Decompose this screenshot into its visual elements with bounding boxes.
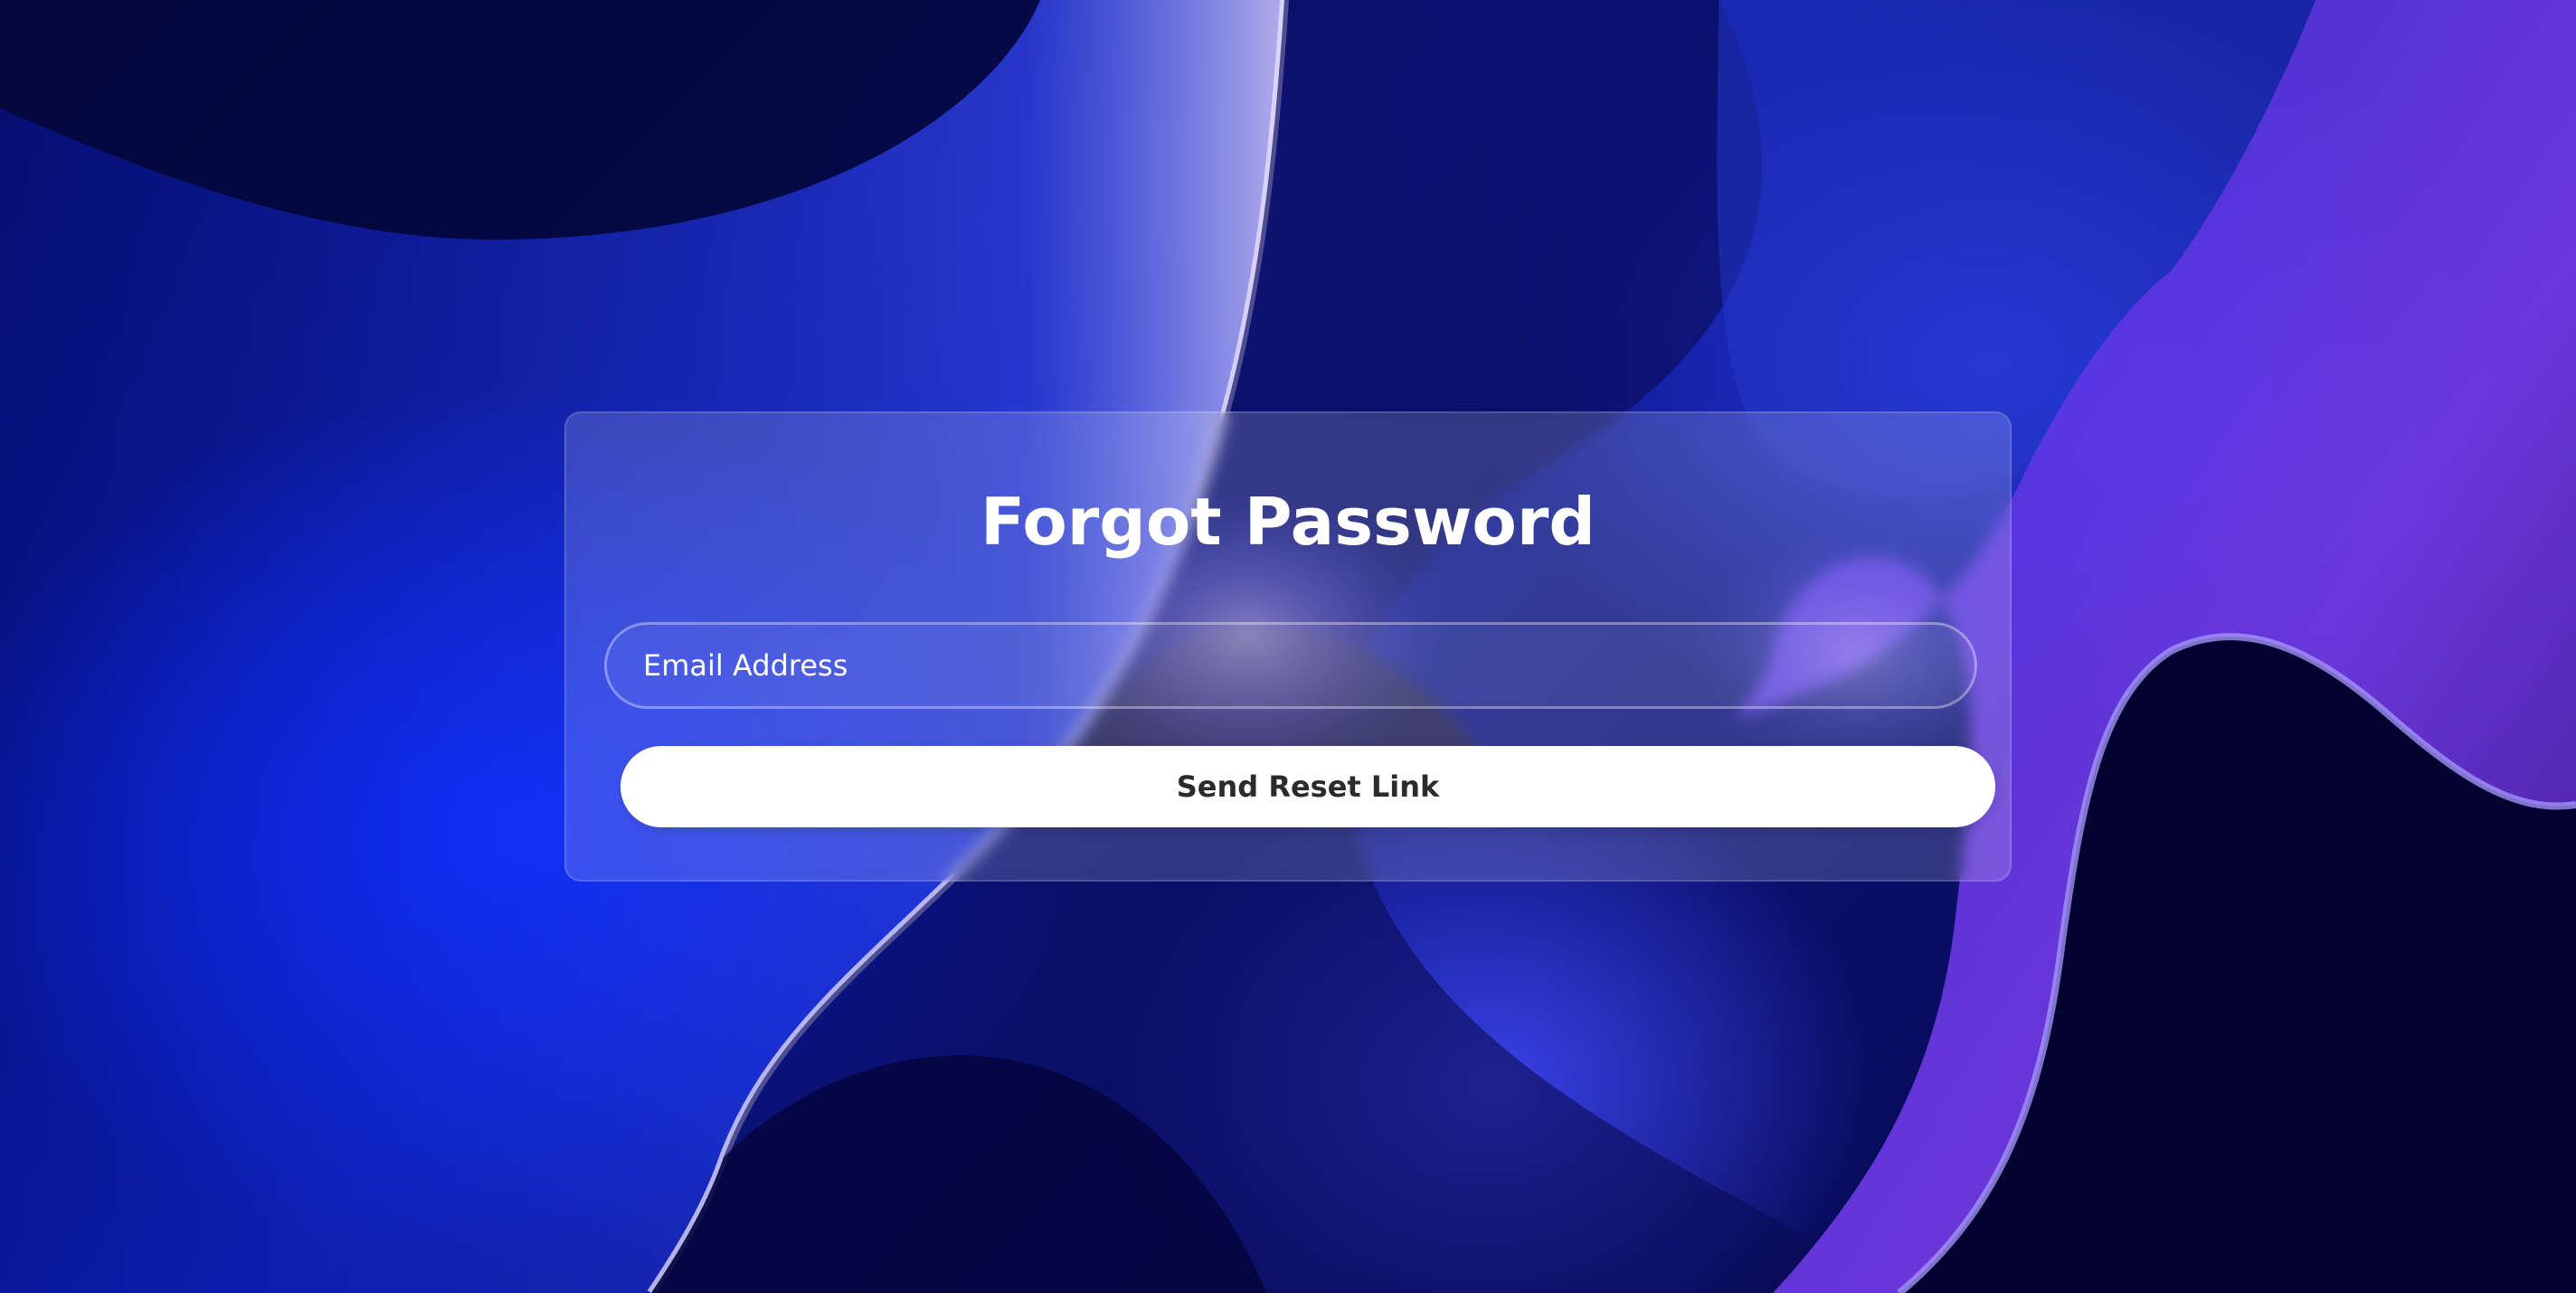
page-background: Forgot Password Send Reset Link <box>0 0 2576 1293</box>
page-title: Forgot Password <box>980 484 1596 560</box>
email-field[interactable] <box>604 622 1977 709</box>
send-reset-link-button[interactable]: Send Reset Link <box>620 746 1995 827</box>
forgot-password-card: Forgot Password Send Reset Link <box>564 411 2012 882</box>
